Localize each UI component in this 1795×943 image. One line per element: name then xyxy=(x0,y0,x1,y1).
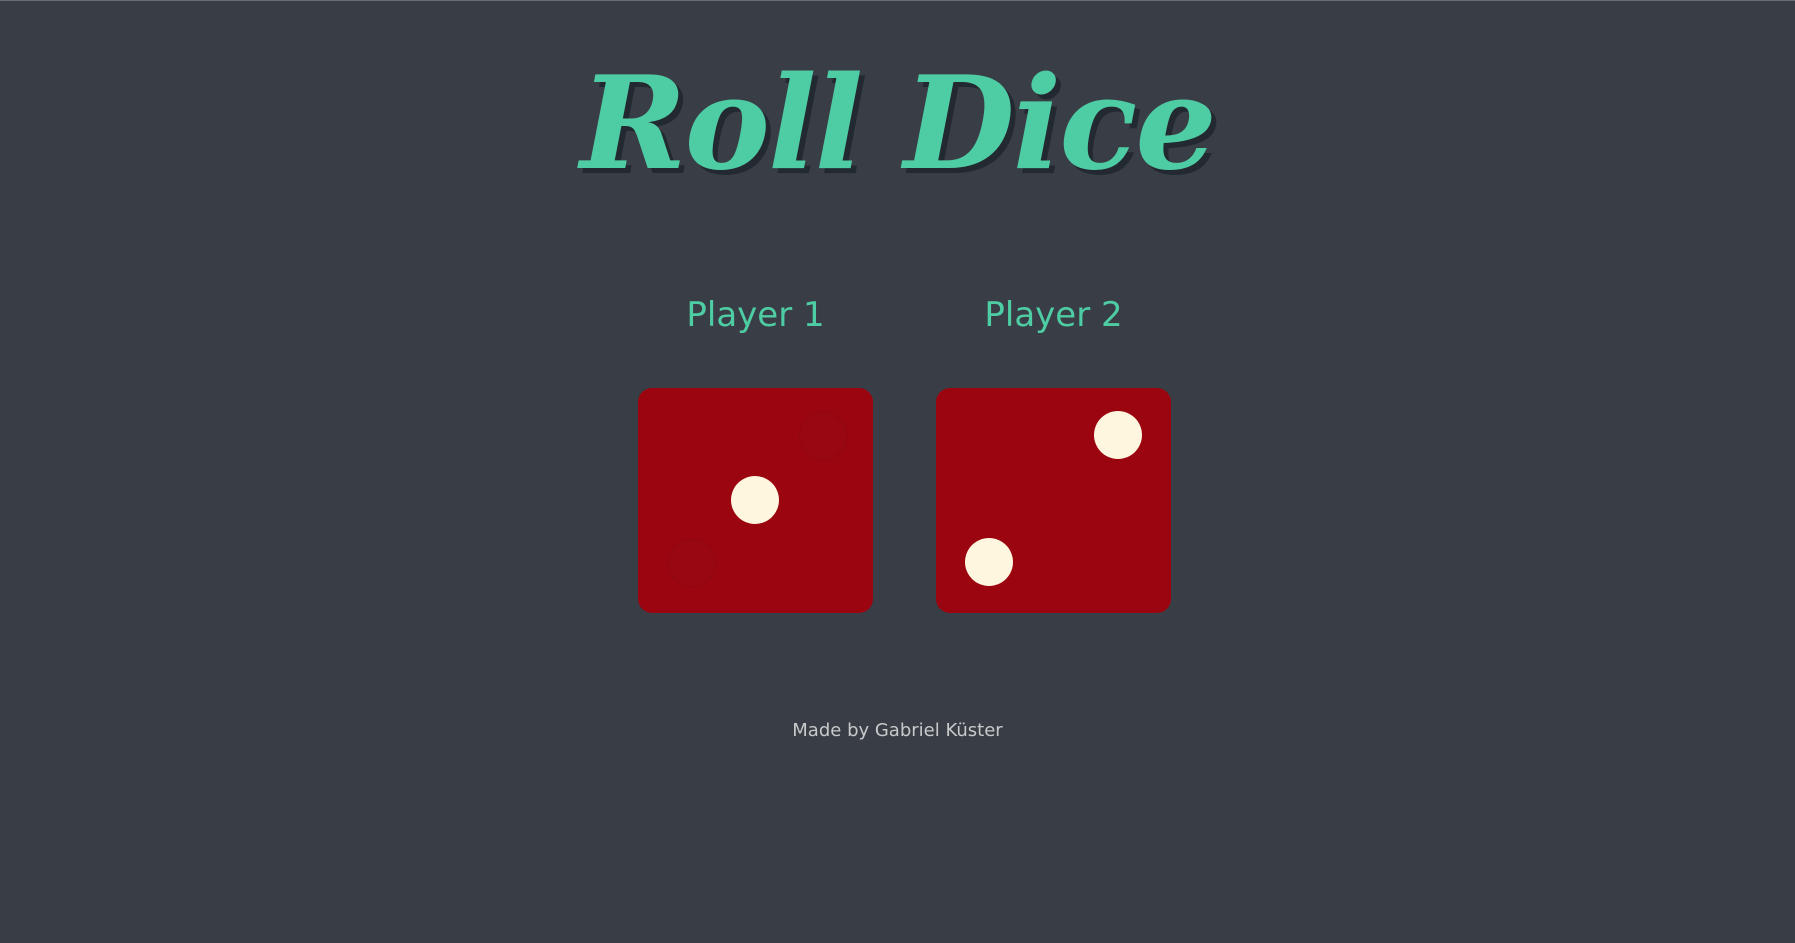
die-pip xyxy=(731,476,779,524)
player-1-die xyxy=(638,388,873,613)
die-pip-faded xyxy=(668,539,716,587)
die-pip xyxy=(965,538,1013,586)
page-title: Roll Dice xyxy=(580,49,1217,199)
player-1-label: Player 1 xyxy=(686,295,825,335)
footer-credit: Made by Gabriel Küster xyxy=(792,720,1003,741)
player-2-die xyxy=(936,388,1171,613)
die-pip-faded xyxy=(799,412,847,460)
player-2-label: Player 2 xyxy=(984,295,1123,335)
die-pip xyxy=(1094,411,1142,459)
